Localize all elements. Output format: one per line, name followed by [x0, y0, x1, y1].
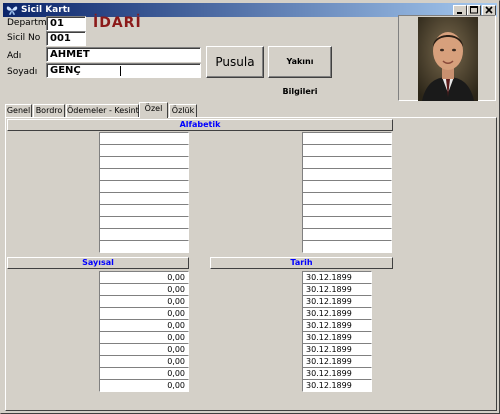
alfabetik-header: Alfabetik	[7, 119, 393, 131]
maximize-icon	[470, 6, 478, 14]
alfabetik-right-field[interactable]	[302, 240, 392, 253]
yakini-bilgileri-button[interactable]: Yakını Bilgileri	[268, 46, 332, 96]
tarih-field[interactable]: 30.12.1899	[302, 379, 372, 392]
butterfly-icon	[6, 6, 18, 15]
sicil-no-field[interactable]: 001	[46, 31, 86, 46]
adi-label: Adı	[7, 51, 22, 61]
minimize-icon	[457, 12, 462, 14]
tab-odemeler-kesintiler[interactable]: Ödemeler - Kesintiler	[66, 104, 151, 118]
tab-ozluk[interactable]: Özlük	[169, 104, 197, 118]
tab-genel[interactable]: Genel	[5, 104, 32, 118]
tarih-header: Tarih	[210, 257, 393, 269]
pusula-button[interactable]: Pusula	[206, 46, 264, 78]
window-title: Sicil Kartı	[21, 5, 71, 15]
tab-bordro[interactable]: Bordro	[33, 104, 65, 118]
employee-photo	[418, 17, 478, 101]
text-cursor	[120, 66, 121, 76]
departman-field[interactable]: 01	[46, 16, 86, 31]
soyadi-field[interactable]: GENÇ	[46, 63, 201, 78]
department-name: İDARİ	[93, 15, 142, 31]
sayisal-field[interactable]: 0,00	[99, 379, 189, 392]
adi-field[interactable]: AHMET	[46, 47, 201, 62]
tab-ozel[interactable]: Özel	[139, 102, 168, 118]
sicil-no-label: Sicil No	[7, 33, 41, 43]
close-icon	[485, 6, 493, 14]
photo-frame	[398, 15, 496, 101]
soyadi-label: Soyadı	[7, 67, 38, 77]
sicil-karti-window: Sicil Kartı Departman 01 İDARİ Sicil No …	[0, 0, 500, 414]
soyadi-value: GENÇ	[50, 65, 81, 76]
alfabetik-left-field[interactable]	[99, 240, 189, 253]
sayisal-header: Sayısal	[7, 257, 189, 269]
